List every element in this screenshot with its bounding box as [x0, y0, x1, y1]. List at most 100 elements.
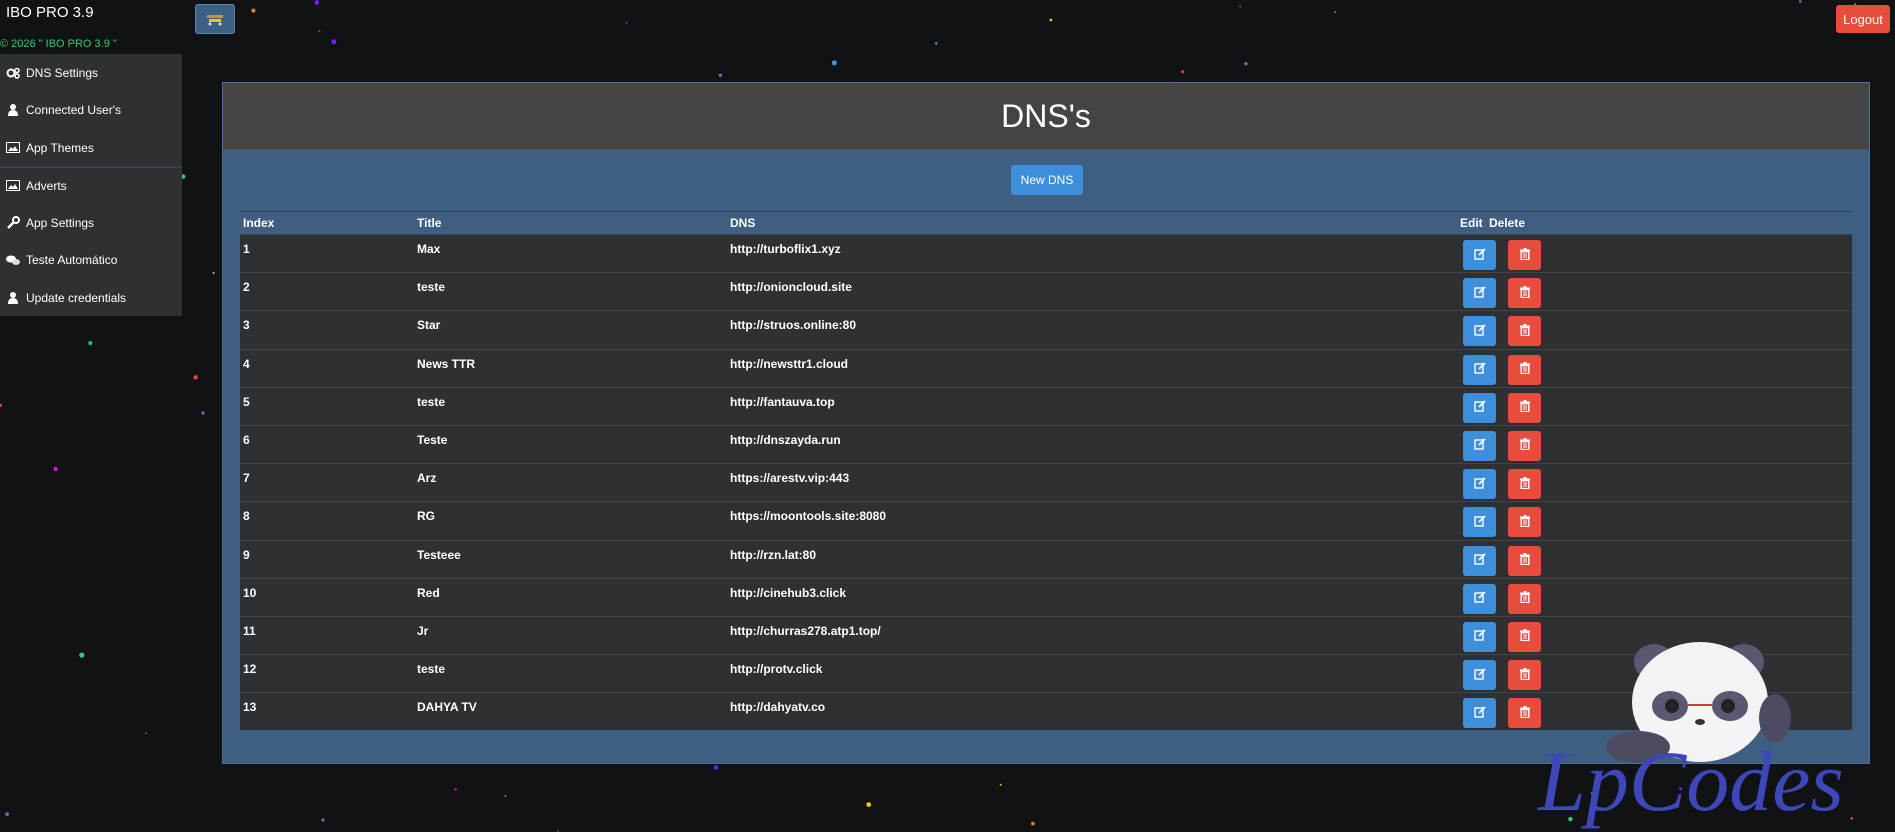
row-actions [1460, 541, 1541, 576]
cell-index: 7 [243, 471, 250, 486]
edit-button[interactable] [1463, 621, 1496, 652]
cell-dns: http://struos.online:80 [730, 318, 856, 333]
trash-icon [1519, 362, 1530, 377]
delete-button[interactable] [1508, 469, 1541, 500]
edit-icon [1473, 438, 1486, 453]
cell-title: Max [417, 242, 441, 256]
star-dot [53, 466, 58, 472]
row-actions [1460, 579, 1541, 614]
star-dot [713, 765, 719, 770]
edit-button[interactable] [1463, 354, 1496, 385]
star-dot [331, 39, 337, 45]
star-dot [454, 788, 457, 791]
edit-button[interactable] [1463, 430, 1496, 461]
edit-button[interactable] [1463, 698, 1496, 729]
trash-icon [1519, 323, 1530, 339]
table-row: 6 Teste http://dnszayda.run [240, 424, 1852, 464]
delete-button[interactable] [1508, 430, 1541, 461]
cell-title: teste [417, 662, 446, 677]
star-dot [866, 802, 872, 807]
star-dot [251, 8, 256, 13]
star-dot [1181, 70, 1184, 74]
edit-button[interactable] [1463, 240, 1496, 270]
row-actions [1460, 426, 1541, 461]
cell-dns: http://protv.click [730, 662, 823, 677]
cell-title: teste [417, 280, 446, 295]
sidebar-item-label: Adverts [26, 178, 67, 193]
star-dot [1049, 18, 1053, 22]
trash-icon [1519, 553, 1530, 568]
star-dot [557, 830, 559, 832]
sidebar-item-dns-settings[interactable]: DNS Settings [0, 54, 182, 92]
cell-title: Star [417, 318, 441, 333]
edit-button[interactable] [1463, 469, 1496, 500]
edit-button[interactable] [1463, 583, 1496, 614]
sidebar-item-adverts[interactable]: Adverts [0, 166, 182, 205]
cell-index: 9 [243, 547, 250, 562]
sidebar-item-update-credentials[interactable]: Update credentials [0, 279, 182, 317]
delete-button[interactable] [1508, 583, 1541, 614]
cell-index: 11 [243, 623, 256, 638]
sidebar-item-connected-users[interactable]: Connected User's [0, 92, 182, 130]
delete-button[interactable] [1508, 545, 1541, 576]
star-dot [318, 30, 321, 32]
row-actions [1460, 464, 1541, 500]
edit-button[interactable] [1463, 392, 1496, 423]
cell-title: Teste [417, 432, 448, 447]
column-header-index: Index [243, 216, 275, 230]
edit-icon [1473, 324, 1486, 339]
column-header-delete: Delete [1489, 216, 1526, 230]
star-dot [1244, 62, 1248, 66]
star-dot [79, 652, 85, 658]
edit-icon [1473, 591, 1486, 606]
cell-index: 13 [243, 700, 257, 715]
delete-button[interactable] [1508, 278, 1541, 309]
edit-button[interactable] [1463, 545, 1496, 576]
sidebar-toggle-button[interactable] [195, 4, 235, 34]
edit-icon [1473, 400, 1486, 415]
new-dns-button[interactable]: New DNS [1011, 165, 1083, 195]
edit-button[interactable] [1463, 507, 1496, 538]
column-header-edit: Edit [1460, 216, 1483, 230]
edit-button[interactable] [1463, 278, 1496, 309]
cell-index: 4 [243, 356, 250, 371]
delete-button[interactable] [1508, 316, 1541, 347]
menu-logo-icon [207, 15, 223, 26]
edit-button[interactable] [1463, 660, 1496, 691]
table-row: 3 Star http://struos.online:80 [240, 310, 1852, 349]
star-dot [831, 60, 837, 66]
user-icon [6, 103, 20, 117]
watermark-text: LpCodes [1536, 733, 1844, 829]
sidebar-item-app-themes[interactable]: App Themes [0, 129, 182, 167]
sidebar-item-teste-automatico[interactable]: Teste Automático [0, 242, 182, 280]
table-row: 2 teste http://onioncloud.site [240, 272, 1852, 311]
table-row: 8 RG https://moontools.site:8080 [240, 501, 1852, 540]
sidebar-item-label: Teste Automático [26, 253, 118, 268]
wrench-icon [6, 216, 20, 230]
table-header: Index Title DNS Edit Delete [240, 211, 1852, 234]
sidebar: DNS Settings Connected User's App Themes… [0, 54, 182, 316]
delete-button[interactable] [1508, 354, 1541, 385]
delete-button[interactable] [1508, 392, 1541, 423]
cell-title: Jr [417, 623, 429, 638]
row-actions [1460, 388, 1541, 423]
edit-button[interactable] [1463, 316, 1496, 347]
cell-dns: http://dahyatv.co [730, 700, 826, 715]
star-dot [1031, 821, 1035, 826]
trash-icon [1519, 285, 1530, 301]
delete-button[interactable] [1508, 240, 1541, 270]
cell-dns: http://onioncloud.site [730, 280, 852, 295]
logout-button[interactable]: Logout [1836, 5, 1890, 33]
trash-icon [1519, 247, 1530, 263]
cell-index: 5 [243, 394, 250, 409]
star-dot [1239, 5, 1241, 8]
trash-icon [1519, 705, 1530, 721]
star-dot [88, 341, 93, 345]
column-header-dns: DNS [730, 216, 756, 230]
cell-title: Red [417, 585, 440, 600]
delete-button[interactable] [1508, 507, 1541, 538]
panel-header: DNS's [223, 83, 1869, 150]
cell-dns: http://cinehub3.click [730, 585, 847, 600]
edit-icon [1473, 476, 1486, 492]
sidebar-item-app-settings[interactable]: App Settings [0, 204, 182, 242]
